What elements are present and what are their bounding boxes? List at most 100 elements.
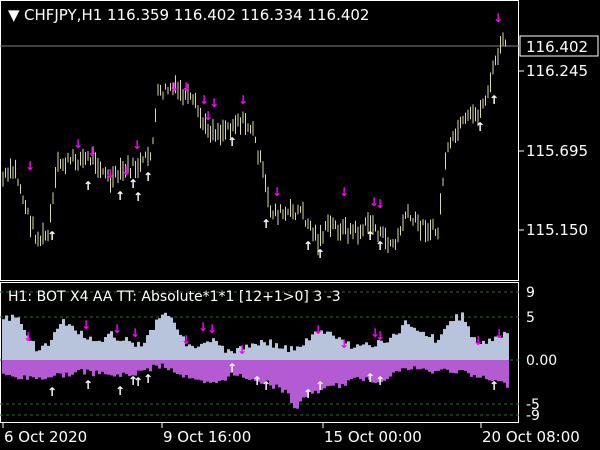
arrow-up-icon: ↑	[47, 385, 57, 399]
histogram-bar-down	[173, 360, 176, 373]
histogram-bar-down	[467, 360, 470, 374]
histogram-bar-up	[71, 325, 74, 360]
histogram-bar-up	[149, 329, 152, 360]
histogram-bar-up	[116, 340, 119, 360]
histogram-bar-down	[176, 360, 179, 375]
histogram-bar-up	[404, 320, 407, 360]
histogram-bar-down	[500, 360, 503, 382]
histogram-bar-up	[362, 344, 365, 360]
histogram-bar-down	[416, 360, 419, 370]
histogram-bar-down	[458, 360, 461, 371]
histogram-bar-down	[146, 360, 149, 369]
histogram-bar-up	[350, 348, 353, 360]
histogram-bar-up	[326, 331, 329, 360]
histogram-bar-down	[86, 360, 89, 370]
histogram-bar-down	[74, 360, 77, 373]
histogram-bar-down	[170, 360, 173, 369]
histogram-bar-down	[401, 360, 404, 369]
histogram-bar-up	[506, 333, 509, 360]
histogram-bar-up	[425, 336, 428, 360]
arrow-up-icon: ↑	[315, 379, 325, 393]
histogram-bar-down	[392, 360, 395, 373]
ind-tick-9: 9	[526, 285, 535, 301]
histogram-bar-up	[176, 329, 179, 360]
histogram-bar-down	[350, 360, 353, 379]
histogram-bar-down	[47, 360, 50, 378]
histogram-bar-down	[56, 360, 59, 374]
histogram-bar-up	[380, 340, 383, 360]
histogram-bar-up	[143, 342, 146, 360]
arrow-down-icon: ↓	[272, 185, 282, 199]
histogram-bar-down	[80, 360, 83, 370]
histogram-bar-up	[437, 339, 440, 360]
histogram-bar-down	[83, 360, 86, 375]
histogram-bar-down	[443, 360, 446, 369]
histogram-bar-up	[434, 342, 437, 360]
histogram-bar-up	[95, 341, 98, 360]
histogram-bar-down	[476, 360, 479, 378]
histogram-bar-up	[446, 325, 449, 360]
histogram-bar-up	[11, 314, 14, 360]
histogram-bar-up	[62, 319, 65, 360]
histogram-bar-down	[329, 360, 332, 386]
histogram-bar-up	[260, 340, 263, 360]
histogram-bar-down	[212, 360, 215, 382]
main-signal-arrows: ↓↓↓↓ ↓↓↓ ↓↓ ↓↓↓↓ ↓↓↓↓↑↑↑↑ ↑↑↑↑↑↑↑↑↑↑	[25, 11, 503, 261]
histogram-bar-up	[212, 338, 215, 360]
histogram-bar-down	[413, 360, 416, 367]
histogram-bar-down	[506, 360, 509, 388]
histogram-bar-up	[101, 341, 104, 360]
arrow-up-icon: ↑	[115, 384, 125, 398]
arrow-down-icon: ↓	[181, 80, 191, 94]
arrow-up-icon: ↑	[227, 361, 237, 375]
arrow-down-icon: ↓	[209, 96, 219, 110]
histogram-bar-down	[335, 360, 338, 384]
histogram-bar-down	[2, 360, 5, 374]
histogram-bar-down	[77, 360, 80, 371]
arrow-down-icon: ↓	[181, 333, 191, 347]
histogram-bar-up	[146, 335, 149, 360]
symbol-header-marker[interactable]: ▼	[8, 6, 20, 24]
histogram-bar-down	[35, 360, 38, 380]
histogram-bar-down	[95, 360, 98, 371]
arrow-down-icon: ↓	[169, 80, 179, 94]
histogram-bar-down	[425, 360, 428, 370]
histogram-bar-down	[449, 360, 452, 373]
histogram-bar-down	[338, 360, 341, 389]
histogram-bar-down	[107, 360, 110, 375]
histogram-bar-up	[458, 320, 461, 360]
price-tick-3: 115.150	[526, 221, 588, 239]
arrow-up-icon: ↑	[143, 372, 153, 386]
histogram-bar-down	[104, 360, 107, 375]
histogram-bar-up	[368, 345, 371, 360]
histogram-bar-up	[401, 325, 404, 360]
histogram-bar-up	[170, 317, 173, 360]
histogram-bar-down	[497, 360, 500, 382]
arrow-up-icon: ↑	[489, 379, 499, 393]
chart-window[interactable]: ↓↓↓↓ ↓↓↓ ↓↓ ↓↓↓↓ ↓↓↓↓↑↑↑↑ ↑↑↑↑↑↑↑↑↑↑ ▼ CHFJPY…	[0, 0, 600, 450]
histogram-bar-down	[356, 360, 359, 378]
histogram-bar-up	[365, 342, 368, 360]
histogram-bar-down	[194, 360, 197, 380]
histogram-bar-down	[17, 360, 20, 380]
histogram-bar-down	[434, 360, 437, 372]
histogram-bar-up	[185, 346, 188, 360]
histogram-bar-down	[266, 360, 269, 381]
histogram-bar-down	[464, 360, 467, 371]
histogram-bar-down	[65, 360, 68, 373]
arrow-down-icon: ↓	[199, 93, 209, 107]
histogram-bar-down	[395, 360, 398, 372]
histogram-bar-up	[47, 345, 50, 360]
histogram-bar-down	[206, 360, 209, 382]
histogram-bar-up	[227, 349, 230, 360]
histogram-bar-up	[203, 342, 206, 360]
histogram-bar-up	[197, 346, 200, 360]
histogram-bar-up	[431, 334, 434, 360]
histogram-bar-up	[38, 350, 41, 360]
histogram-bar-down	[461, 360, 464, 371]
histogram-bar-down	[203, 360, 206, 384]
histogram-bar-up	[125, 337, 128, 360]
histogram-bar-up	[377, 340, 380, 360]
histogram-bar-up	[2, 319, 5, 360]
histogram-bar-down	[407, 360, 410, 371]
